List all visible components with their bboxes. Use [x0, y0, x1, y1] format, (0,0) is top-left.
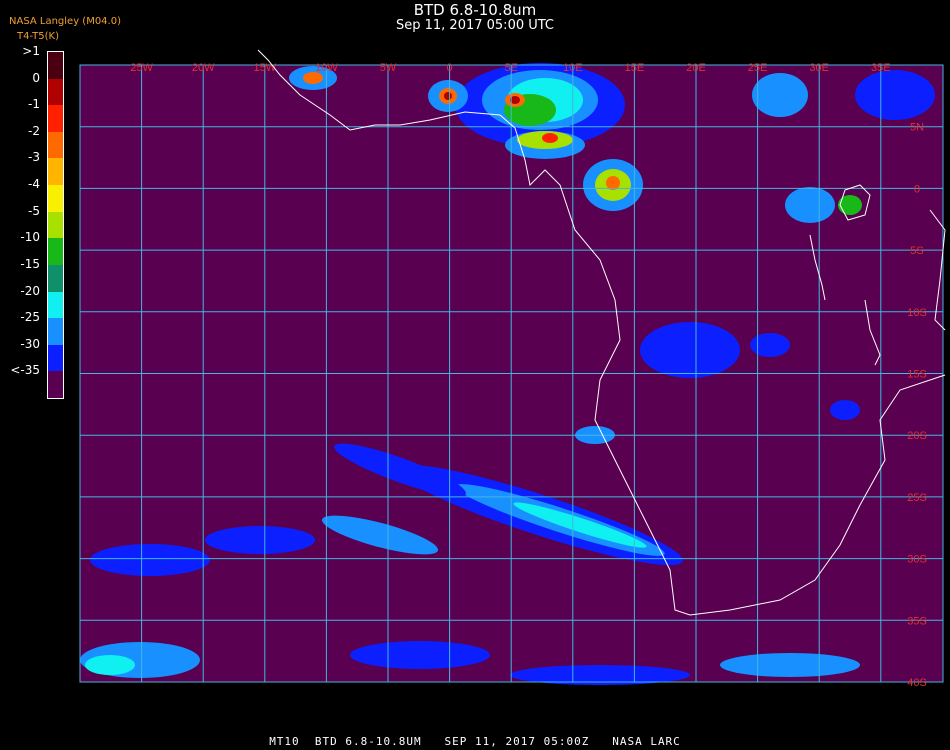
- cloud-mass: [720, 653, 860, 677]
- cloud-mass: [750, 333, 790, 357]
- grid-label: 10E: [563, 62, 583, 74]
- grid-label: 25S: [907, 492, 927, 504]
- grid-label: 25E: [748, 62, 768, 74]
- grid-label: 5S: [910, 245, 923, 257]
- grid-label: 5W: [380, 62, 397, 74]
- grid-label: 40S: [907, 677, 927, 689]
- grid-label: 20S: [907, 430, 927, 442]
- cloud-mass: [350, 641, 490, 669]
- grid-label: 15S: [907, 369, 927, 381]
- grid-label: 5N: [910, 122, 924, 134]
- satellite-map: 25W 20W 15W 10W 5W 0 5E 10E 15E 20E 25E 30E 35E 5N 0 5S…: [79, 49, 946, 689]
- grid-label: 30E: [809, 62, 829, 74]
- grid-label: 0: [447, 62, 453, 74]
- storm-core: [542, 133, 558, 143]
- grid-label: 20W: [192, 62, 215, 74]
- footer-caption: MT10 BTD 6.8-10.8UM SEP 11, 2017 05:00Z …: [269, 735, 681, 748]
- grid-label: 10S: [907, 307, 927, 319]
- cloud-mass: [855, 70, 935, 120]
- grid-label: 20E: [686, 62, 706, 74]
- grid-label: 30S: [907, 554, 927, 566]
- grid-label: 35S: [907, 615, 927, 627]
- cloud-mass: [85, 655, 135, 675]
- grid-label: 10W: [315, 62, 338, 74]
- cloud-mass: [90, 544, 210, 576]
- grid-label: 0: [914, 183, 920, 195]
- grid-label: 25W: [130, 62, 153, 74]
- grid-label: 5E: [504, 62, 517, 74]
- cloud-mass: [838, 195, 862, 215]
- cloud-mass: [205, 526, 315, 554]
- cloud-mass: [640, 322, 740, 378]
- grid-label: 35E: [871, 62, 891, 74]
- storm-core: [444, 92, 452, 100]
- grid-label: 15W: [253, 62, 276, 74]
- cloud-mass: [785, 187, 835, 223]
- cloud-mass: [830, 400, 860, 420]
- grid-label: 15E: [625, 62, 645, 74]
- cloud-mass: [752, 73, 808, 117]
